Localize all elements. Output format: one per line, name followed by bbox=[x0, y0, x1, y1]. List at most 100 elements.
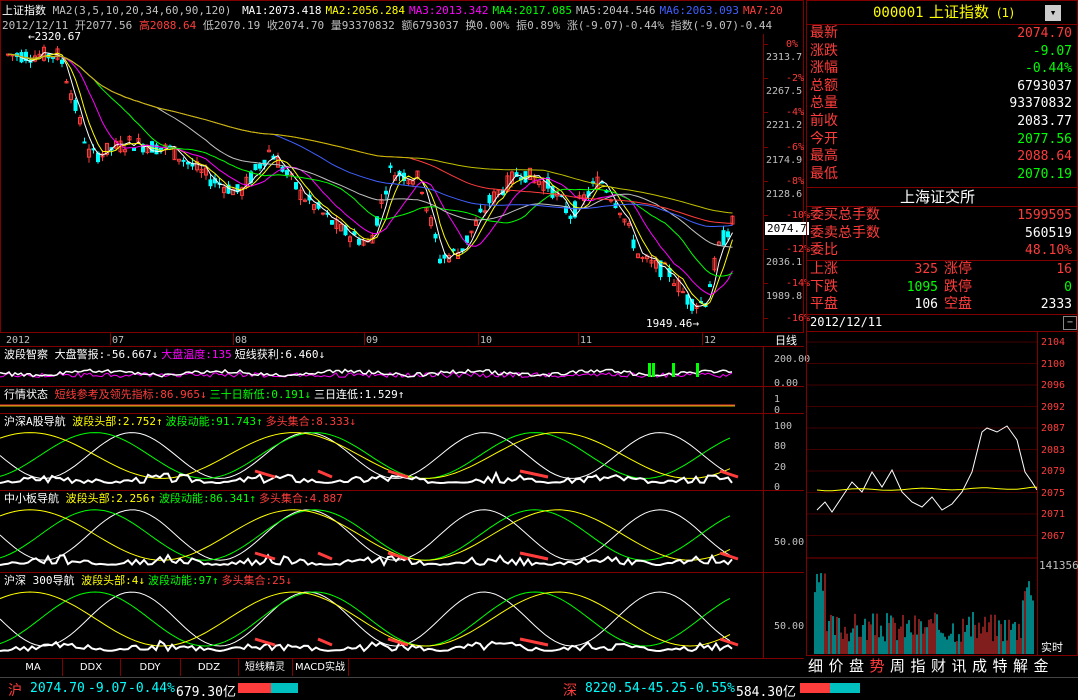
indicator-panel[interactable]: 沪深 300导航 波段头部:4↓ 波段动能:97↑ 多头集合:25↓ 50.00 bbox=[0, 572, 804, 659]
candle-body bbox=[51, 56, 55, 59]
axis-value: 2221.2 bbox=[766, 120, 803, 132]
indicator-segment bbox=[719, 551, 739, 561]
intraday-axis-label: 2075 bbox=[1041, 487, 1066, 499]
candle-body bbox=[60, 59, 64, 64]
candle-body bbox=[294, 182, 298, 190]
candle-body bbox=[330, 220, 334, 225]
indicator-panel[interactable]: 沪深A股导航 波段头部:2.752↑ 波段动能:91.743↑ 多头集合:8.333… bbox=[0, 413, 804, 493]
breadth-value: 0 bbox=[1064, 279, 1072, 295]
axis-tick bbox=[763, 146, 768, 148]
axis-tick bbox=[763, 317, 768, 319]
stock-name: 上证指数 bbox=[929, 3, 990, 21]
indicator-tab[interactable]: DDY bbox=[120, 659, 181, 676]
quote-tab[interactable]: 讯 bbox=[952, 656, 967, 676]
intraday-chart[interactable] bbox=[807, 332, 1037, 656]
intraday-axis-label: 2100 bbox=[1041, 358, 1066, 370]
exchange-label: 委买总手数 bbox=[810, 207, 880, 223]
quote-tab[interactable]: 特 bbox=[993, 656, 1008, 676]
ma-legend-item: MA5:2044.546 bbox=[576, 4, 656, 17]
indicator-bar bbox=[672, 363, 675, 377]
candle-body bbox=[357, 238, 361, 245]
indicator-panel[interactable]: 行情状态 短线参考及领先指标:86.965↓ 三十日新低:0.191↓ 三日连低:1… bbox=[0, 386, 804, 416]
intraday-vol-max: 141356 bbox=[1039, 559, 1078, 572]
quote-label: 总额 bbox=[810, 77, 838, 94]
axis-date-tick bbox=[364, 333, 365, 345]
intraday-axis-label: 2071 bbox=[1041, 509, 1066, 520]
breadth-label: 下跌 bbox=[810, 278, 838, 295]
axis-pct: -6% bbox=[786, 141, 805, 153]
breadth-label: 平盘 bbox=[810, 296, 838, 312]
candle-body bbox=[384, 190, 388, 195]
axis-tick bbox=[763, 78, 768, 80]
axis-pct: 0% bbox=[786, 39, 799, 50]
indicator-segment bbox=[719, 469, 739, 479]
exchange-label: 委卖总手数 bbox=[810, 224, 880, 241]
quote-tab[interactable]: 指 bbox=[911, 656, 926, 676]
intraday-axis-label: 2079 bbox=[1041, 466, 1066, 477]
indicator-panel[interactable]: 中小板导航 波段头部:2.256↑ 波段动能:86.341↑ 多头集合:4.887 5… bbox=[0, 490, 804, 573]
quote-tab[interactable]: 周 bbox=[890, 656, 905, 676]
quote-label: 最新 bbox=[810, 25, 838, 41]
ma-legend-item: MA2:2056.284 bbox=[325, 4, 406, 17]
ma-legend-item: MA6:2063.093 bbox=[659, 4, 739, 17]
axis-pct: -4% bbox=[786, 107, 805, 119]
minimize-icon[interactable]: ▾ bbox=[1045, 5, 1061, 21]
sh-label: 沪 bbox=[8, 683, 22, 699]
quote-value: -9.07 bbox=[1032, 43, 1072, 59]
ma-legend: MA1:2073.418 MA2:2056.284 MA3:2013.342 MA4:… bbox=[238, 4, 783, 17]
current-price-tag-value: 2074.7 bbox=[767, 222, 807, 235]
candle-body bbox=[159, 147, 163, 150]
candle-body bbox=[438, 258, 442, 264]
quote-tab[interactable]: 细 bbox=[808, 656, 823, 676]
kline-chart[interactable] bbox=[0, 34, 763, 332]
indicator-segment bbox=[317, 469, 333, 479]
intraday-avg-line bbox=[816, 486, 1037, 492]
sz-amount: 584.30亿 bbox=[736, 685, 796, 700]
quote-tab[interactable]: 财 bbox=[931, 656, 946, 676]
axis-value: 2174.9 bbox=[766, 154, 803, 166]
quote-label: 涨跌 bbox=[810, 42, 838, 59]
candle-body bbox=[420, 191, 424, 194]
indicator-axis-label: 200.00 bbox=[774, 354, 811, 365]
indicator-axis-label: 50.00 bbox=[774, 621, 805, 633]
indicator-tab[interactable]: MA bbox=[4, 659, 63, 676]
indicator-panel[interactable]: 波段智察 大盘警报:-56.667↓ 大盘温度:135 短线获利:6.460↓ 200… bbox=[0, 346, 810, 389]
candle-body bbox=[451, 248, 456, 252]
axis-date-tick bbox=[478, 333, 479, 345]
quote-tab[interactable]: 成 bbox=[972, 656, 987, 676]
quote-tab[interactable]: 盘 bbox=[849, 656, 864, 676]
ohlc-turnover: 换0.00% bbox=[465, 19, 510, 32]
candle-body bbox=[253, 163, 258, 171]
indicator-tab[interactable]: MACD实战 bbox=[292, 659, 349, 676]
intraday-expand-icon[interactable]: − bbox=[1063, 316, 1077, 330]
candle-body bbox=[631, 239, 636, 249]
indicator-line bbox=[0, 470, 733, 485]
indicator-tab[interactable]: 短线精灵 bbox=[238, 659, 293, 676]
quote-tab[interactable]: 解 bbox=[1013, 656, 1028, 676]
indicator-segment bbox=[317, 551, 333, 561]
indicator-tab[interactable]: DDZ bbox=[180, 659, 239, 676]
indicator-axis-line bbox=[763, 387, 764, 414]
quote-tab[interactable]: 金 bbox=[1034, 656, 1049, 676]
current-price-tag: 2074.7 bbox=[765, 222, 809, 235]
sz-bar bbox=[800, 683, 860, 693]
sh-amount: 679.30亿 bbox=[176, 685, 236, 700]
quote-tab[interactable]: 势 bbox=[870, 656, 885, 676]
intraday-axis-label: 2067 bbox=[1041, 530, 1066, 542]
indicator-line bbox=[0, 553, 733, 567]
ma-legend-item: MA4:2017.085 bbox=[492, 4, 572, 17]
candle-body bbox=[82, 141, 87, 144]
quote-tab[interactable]: 价 bbox=[829, 656, 844, 676]
quote-value: 2077.56 bbox=[1017, 131, 1072, 147]
indicator-plot bbox=[0, 404, 735, 407]
candle-body bbox=[208, 179, 213, 187]
intraday-axis-label: 2083 bbox=[1041, 444, 1066, 456]
indicator-segment bbox=[519, 469, 549, 479]
indicator-segment bbox=[519, 637, 549, 647]
indicator-tab[interactable]: DDX bbox=[62, 659, 121, 676]
axis-tick bbox=[763, 283, 768, 285]
breadth-value: 2333 bbox=[1040, 297, 1072, 312]
quote-value: 2070.19 bbox=[1017, 166, 1072, 182]
breadth-label: 空盘 bbox=[944, 296, 972, 312]
axis-value: 2036.1 bbox=[766, 257, 803, 269]
